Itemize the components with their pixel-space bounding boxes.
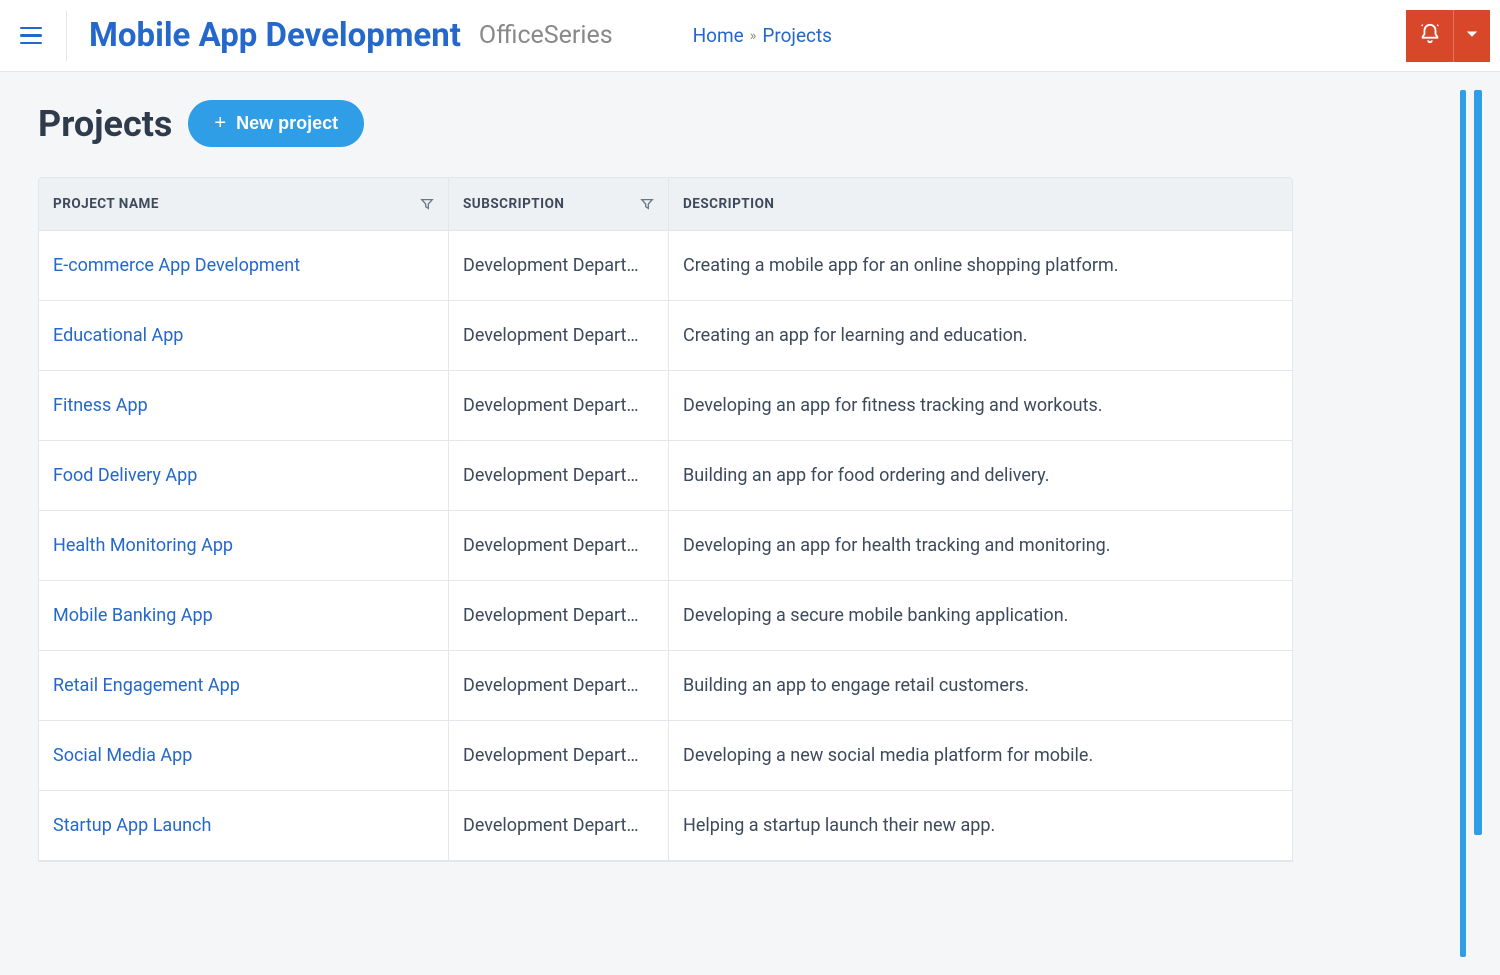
notifications-button[interactable] — [1406, 10, 1454, 62]
project-link[interactable]: Social Media App — [53, 745, 192, 766]
cell-subscription: Development Depart… — [449, 651, 669, 720]
column-header-subscription[interactable]: SUBSCRIPTION — [449, 178, 669, 230]
column-header-name-label: PROJECT NAME — [53, 196, 159, 212]
column-header-subscription-label: SUBSCRIPTION — [463, 196, 564, 212]
content-area: Projects + New project PROJECT NAME SUBS… — [0, 72, 1500, 975]
bell-icon — [1419, 23, 1441, 48]
filter-icon[interactable] — [640, 197, 654, 211]
cell-project-name: Startup App Launch — [39, 791, 449, 860]
cell-description: Building an app to engage retail custome… — [669, 651, 1292, 720]
scrollbar-track[interactable] — [1460, 90, 1466, 957]
cell-project-name: Social Media App — [39, 721, 449, 790]
table-row: Fitness App Development Depart…Developing… — [39, 371, 1292, 441]
app-title[interactable]: Mobile App Development — [89, 16, 461, 55]
cell-description: Developing a secure mobile banking appli… — [669, 581, 1292, 650]
cell-subscription: Development Depart… — [449, 231, 669, 300]
new-project-button-label: New project — [236, 113, 338, 134]
breadcrumb-home[interactable]: Home — [693, 24, 744, 47]
table-row: Mobile Banking App Development Depart…Dev… — [39, 581, 1292, 651]
project-link[interactable]: Mobile Banking App — [53, 605, 213, 626]
project-link[interactable]: Retail Engagement App — [53, 675, 240, 696]
caret-down-icon — [1466, 28, 1478, 43]
column-header-description[interactable]: DESCRIPTION — [669, 178, 1292, 230]
cell-description: Creating an app for learning and educati… — [669, 301, 1292, 370]
column-header-description-label: DESCRIPTION — [683, 196, 774, 212]
project-link[interactable]: E-commerce App Development — [53, 255, 300, 276]
table-row: Retail Engagement App Development Depart…… — [39, 651, 1292, 721]
page-header: Projects + New project — [38, 100, 1462, 147]
cell-subscription: Development Depart… — [449, 581, 669, 650]
project-link[interactable]: Fitness App — [53, 395, 148, 416]
project-link[interactable]: Health Monitoring App — [53, 535, 233, 556]
cell-subscription: Development Depart… — [449, 511, 669, 580]
page-title: Projects — [38, 103, 172, 145]
app-subtitle: OfficeSeries — [479, 21, 613, 50]
column-header-name[interactable]: PROJECT NAME — [39, 178, 449, 230]
table-body: E-commerce App Development Development De… — [39, 231, 1292, 861]
cell-subscription: Development Depart… — [449, 371, 669, 440]
cell-description: Building an app for food ordering and de… — [669, 441, 1292, 510]
cell-project-name: E-commerce App Development — [39, 231, 449, 300]
cell-description: Developing a new social media platform f… — [669, 721, 1292, 790]
breadcrumb-separator: » — [750, 28, 757, 44]
cell-project-name: Educational App — [39, 301, 449, 370]
table-row: Social Media App Development Depart…Devel… — [39, 721, 1292, 791]
new-project-button[interactable]: + New project — [188, 100, 364, 147]
cell-subscription: Development Depart… — [449, 301, 669, 370]
cell-project-name: Food Delivery App — [39, 441, 449, 510]
cell-description: Developing an app for health tracking an… — [669, 511, 1292, 580]
table-row: E-commerce App Development Development De… — [39, 231, 1292, 301]
cell-subscription: Development Depart… — [449, 441, 669, 510]
cell-project-name: Retail Engagement App — [39, 651, 449, 720]
table-row: Food Delivery App Development Depart…Buil… — [39, 441, 1292, 511]
project-link[interactable]: Startup App Launch — [53, 815, 211, 836]
projects-table: PROJECT NAME SUBSCRIPTION DESCRIPTION E-… — [38, 177, 1293, 862]
notifications-dropdown-button[interactable] — [1454, 10, 1490, 62]
filter-icon[interactable] — [420, 197, 434, 211]
table-row: Educational App Development Depart…Creati… — [39, 301, 1292, 371]
breadcrumb: Home » Projects — [693, 24, 832, 47]
cell-description: Creating a mobile app for an online shop… — [669, 231, 1292, 300]
table-row: Health Monitoring App Development Depart…… — [39, 511, 1292, 581]
cell-subscription: Development Depart… — [449, 791, 669, 860]
cell-description: Developing an app for fitness tracking a… — [669, 371, 1292, 440]
table-header: PROJECT NAME SUBSCRIPTION DESCRIPTION — [39, 178, 1292, 231]
scrollbar-thumb[interactable] — [1474, 90, 1482, 835]
breadcrumb-current[interactable]: Projects — [762, 24, 832, 47]
cell-description: Helping a startup launch their new app. — [669, 791, 1292, 860]
project-link[interactable]: Food Delivery App — [53, 465, 197, 486]
cell-project-name: Mobile Banking App — [39, 581, 449, 650]
cell-project-name: Health Monitoring App — [39, 511, 449, 580]
alert-button-group — [1406, 10, 1490, 62]
table-row: Startup App Launch Development Depart…Hel… — [39, 791, 1292, 861]
hamburger-menu-icon[interactable] — [20, 22, 48, 50]
divider — [66, 11, 67, 61]
project-link[interactable]: Educational App — [53, 325, 183, 346]
topbar: Mobile App Development OfficeSeries Home… — [0, 0, 1500, 72]
cell-project-name: Fitness App — [39, 371, 449, 440]
cell-subscription: Development Depart… — [449, 721, 669, 790]
plus-icon: + — [214, 112, 226, 135]
